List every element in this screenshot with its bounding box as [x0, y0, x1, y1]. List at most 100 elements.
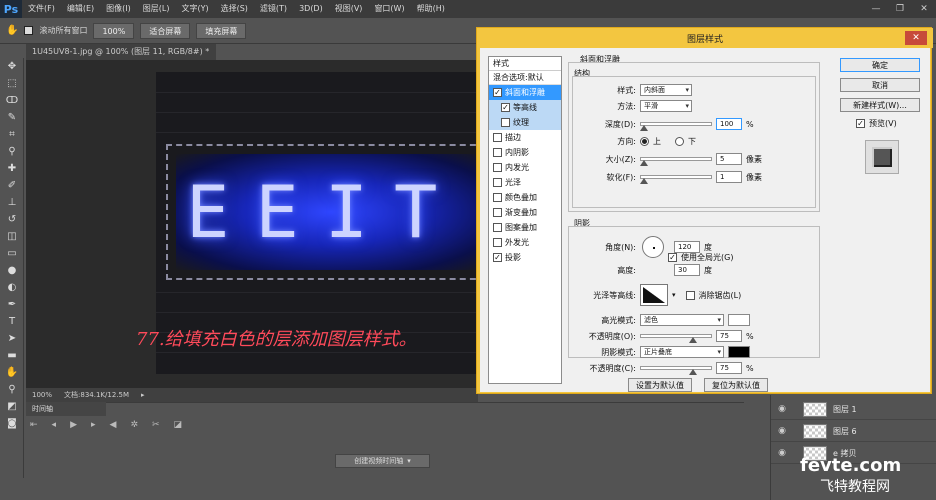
new-style-button[interactable]: 新建样式(W)...: [840, 98, 920, 112]
altitude-input[interactable]: 30: [674, 264, 700, 276]
split-icon[interactable]: ✂: [152, 420, 160, 430]
set-default-button[interactable]: 设置为默认值: [628, 378, 692, 392]
menu-filter[interactable]: 滤镜(T): [254, 0, 293, 18]
menu-layer[interactable]: 图层(L): [137, 0, 176, 18]
global-light-checkbox[interactable]: ✓: [668, 253, 677, 262]
create-video-timeline-button[interactable]: 创建视频时间轴 ▾: [335, 454, 430, 468]
technique-select[interactable]: 平滑: [640, 100, 692, 112]
menu-3d[interactable]: 3D(D): [293, 0, 329, 18]
first-frame-icon[interactable]: ⇤: [30, 420, 38, 430]
style-stroke[interactable]: 描边: [489, 130, 561, 145]
chevron-down-icon[interactable]: ▾: [672, 291, 676, 299]
depth-input[interactable]: 100: [716, 118, 742, 130]
healing-tool-icon[interactable]: ✚: [0, 160, 24, 177]
shadow-opacity-input[interactable]: 75: [716, 362, 742, 374]
eye-icon[interactable]: ◉: [771, 448, 793, 458]
next-frame-icon[interactable]: ▸: [91, 420, 96, 430]
fill-screen-button[interactable]: 填充屏幕: [196, 22, 247, 39]
hand-tool-icon[interactable]: ✋: [0, 364, 24, 381]
play-icon[interactable]: ▶: [70, 420, 77, 430]
styles-header[interactable]: 样式: [489, 57, 561, 71]
slider-knob[interactable]: [640, 178, 648, 184]
zoom-tool-icon[interactable]: ⚲: [0, 381, 24, 398]
history-brush-icon[interactable]: ↺: [0, 211, 24, 228]
style-color-overlay[interactable]: 颜色叠加: [489, 190, 561, 205]
pen-tool-icon[interactable]: ✒: [0, 296, 24, 313]
stamp-tool-icon[interactable]: ⊥: [0, 194, 24, 211]
soften-slider[interactable]: [640, 175, 712, 184]
antialias-checkbox[interactable]: [685, 290, 695, 300]
type-tool-icon[interactable]: T: [0, 313, 24, 330]
restore-icon[interactable]: ❐: [888, 0, 912, 18]
gradient-tool-icon[interactable]: ▭: [0, 245, 24, 262]
eraser-tool-icon[interactable]: ◫: [0, 228, 24, 245]
dodge-tool-icon[interactable]: ◐: [0, 279, 24, 296]
minimize-icon[interactable]: —: [864, 0, 888, 18]
quick-select-tool-icon[interactable]: ✎: [0, 109, 24, 126]
document-tab[interactable]: 1U45UV8-1.jpg @ 100% (图层 11, RGB/8#) *: [26, 44, 216, 60]
foreground-background-color-icon[interactable]: ◩: [0, 398, 24, 415]
shape-tool-icon[interactable]: ▬: [0, 347, 24, 364]
slider-knob[interactable]: [689, 369, 697, 375]
timeline-tab[interactable]: 时间轴: [26, 402, 106, 416]
checkbox-icon[interactable]: ✓: [493, 88, 502, 97]
checkbox-icon[interactable]: [493, 238, 502, 247]
size-input[interactable]: 5: [716, 153, 742, 165]
eye-icon[interactable]: ◉: [771, 404, 793, 414]
slider-knob[interactable]: [689, 337, 697, 343]
move-tool-icon[interactable]: ✥: [0, 58, 24, 75]
style-inner-glow[interactable]: 内发光: [489, 160, 561, 175]
fit-screen-button[interactable]: 适合屏幕: [140, 22, 191, 39]
checkbox-icon[interactable]: [493, 133, 502, 142]
checkbox-icon[interactable]: [493, 163, 502, 172]
gloss-contour-picker[interactable]: [640, 284, 668, 306]
preview-checkbox[interactable]: ✓: [856, 119, 865, 128]
crop-tool-icon[interactable]: ⌗: [0, 126, 24, 143]
checkbox-icon[interactable]: ✓: [493, 253, 502, 262]
style-gradient-overlay[interactable]: 渐变叠加: [489, 205, 561, 220]
eye-icon[interactable]: ◉: [771, 426, 793, 436]
status-arrow-icon[interactable]: ▸: [141, 391, 145, 399]
direction-up-radio[interactable]: [640, 137, 649, 146]
settings-icon[interactable]: ✲: [130, 420, 138, 430]
style-texture[interactable]: 纹理: [489, 115, 561, 130]
style-inner-shadow[interactable]: 内阴影: [489, 145, 561, 160]
highlight-opacity-slider[interactable]: [640, 334, 712, 343]
bevel-style-select[interactable]: 内斜面: [640, 84, 692, 96]
style-pattern-overlay[interactable]: 图案叠加: [489, 220, 561, 235]
shadow-opacity-slider[interactable]: [640, 366, 712, 375]
menu-file[interactable]: 文件(F): [22, 0, 61, 18]
highlight-opacity-input[interactable]: 75: [716, 330, 742, 342]
style-outer-glow[interactable]: 外发光: [489, 235, 561, 250]
slider-knob[interactable]: [640, 125, 648, 131]
zoom-100-button[interactable]: 100%: [93, 22, 135, 39]
highlight-color-swatch[interactable]: [728, 314, 750, 326]
chevron-down-icon[interactable]: ▾: [407, 457, 411, 465]
style-contour[interactable]: ✓ 等高线: [489, 100, 561, 115]
style-bevel-emboss[interactable]: ✓ 斜面和浮雕: [489, 85, 561, 100]
menu-window[interactable]: 窗口(W): [368, 0, 410, 18]
scroll-all-checkbox[interactable]: [24, 26, 34, 35]
size-slider[interactable]: [640, 157, 712, 166]
menu-help[interactable]: 帮助(H): [411, 0, 451, 18]
checkbox-icon[interactable]: [501, 118, 510, 127]
checkbox-icon[interactable]: ✓: [501, 103, 510, 112]
quick-mask-icon[interactable]: ◙: [0, 415, 24, 432]
audio-icon[interactable]: ◀: [110, 420, 117, 430]
path-select-icon[interactable]: ➤: [0, 330, 24, 347]
menu-edit[interactable]: 编辑(E): [61, 0, 100, 18]
checkbox-icon[interactable]: [493, 193, 502, 202]
reset-default-button[interactable]: 复位为默认值: [704, 378, 768, 392]
zoom-readout[interactable]: 100%: [32, 391, 52, 399]
close-icon[interactable]: ✕: [912, 0, 936, 18]
style-satin[interactable]: 光泽: [489, 175, 561, 190]
menu-select[interactable]: 选择(S): [215, 0, 254, 18]
marquee-tool-icon[interactable]: ⬚: [0, 75, 24, 92]
shadow-color-swatch[interactable]: [728, 346, 750, 358]
angle-dial[interactable]: [642, 236, 664, 258]
lasso-tool-icon[interactable]: ↀ: [0, 92, 24, 109]
depth-slider[interactable]: [640, 122, 712, 131]
direction-down-radio[interactable]: [675, 137, 684, 146]
blur-tool-icon[interactable]: ●: [0, 262, 24, 279]
style-drop-shadow[interactable]: ✓ 投影: [489, 250, 561, 265]
